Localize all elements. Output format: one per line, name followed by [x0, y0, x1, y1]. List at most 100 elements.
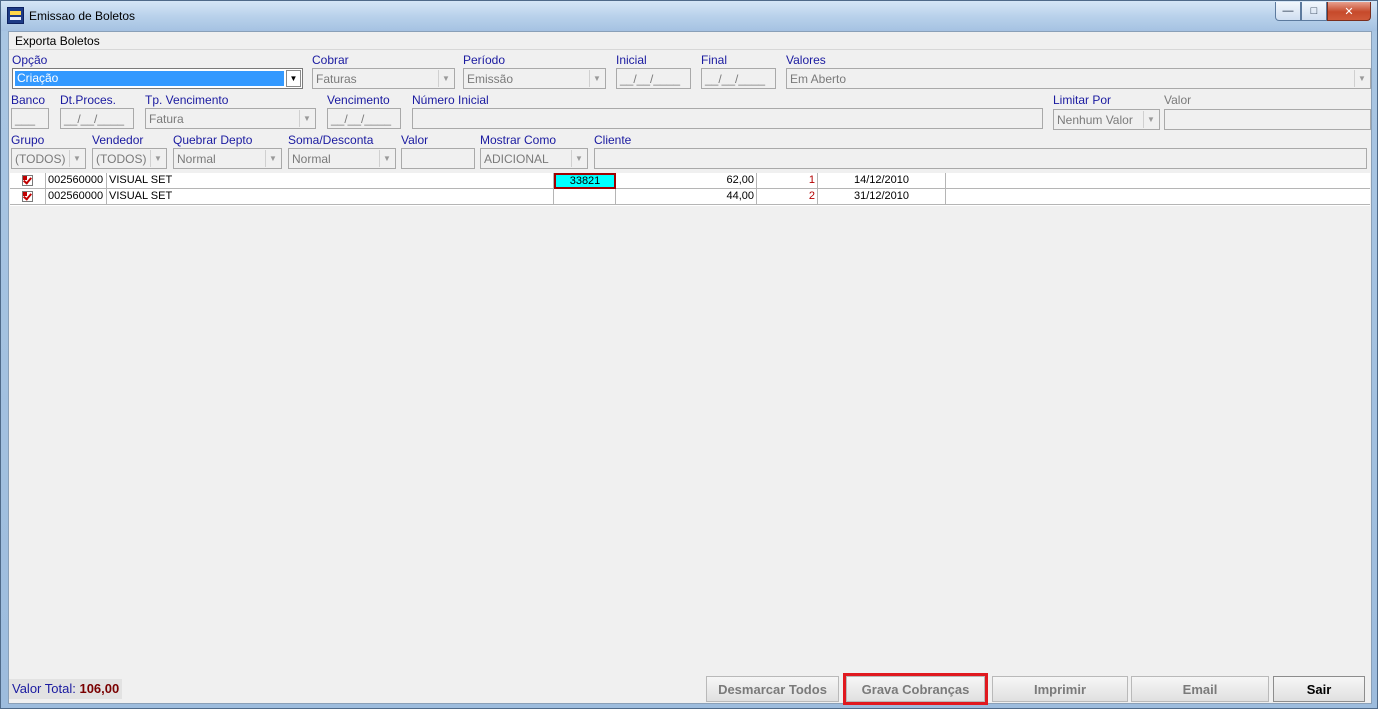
- form-client-area: Exporta Boletos Opção Criação ▼ Cobrar F…: [8, 31, 1372, 705]
- window-controls: — □ ✕: [1275, 2, 1371, 21]
- valor-limit-field[interactable]: [1164, 109, 1371, 130]
- opcao-value: Criação: [15, 71, 284, 86]
- name-cell: VISUAL SET: [107, 189, 554, 205]
- close-icon[interactable]: ✕: [1327, 2, 1371, 21]
- email-button[interactable]: Email: [1131, 676, 1269, 702]
- vendedor-value: (TODOS): [96, 152, 147, 166]
- quebrar-depto-value: Normal: [177, 152, 216, 166]
- chevron-down-icon[interactable]: ▼: [1354, 70, 1369, 87]
- valor-label: Valor: [401, 133, 429, 147]
- chevron-down-icon[interactable]: ▼: [150, 150, 165, 167]
- app-window: Emissao de Boletos — □ ✕ Exporta Boletos…: [0, 0, 1378, 709]
- desmarcar-todos-button[interactable]: Desmarcar Todos: [706, 676, 839, 702]
- chevron-down-icon[interactable]: ▼: [379, 150, 394, 167]
- opcao-select[interactable]: Criação ▼: [12, 68, 303, 89]
- seq-cell: 1: [757, 173, 818, 189]
- mostrar-como-label: Mostrar Como: [480, 133, 557, 147]
- imprimir-button[interactable]: Imprimir: [992, 676, 1128, 702]
- opcao-label: Opção: [12, 53, 48, 67]
- code-cell: 002560000: [46, 173, 107, 189]
- valor-field[interactable]: [401, 148, 475, 169]
- total-value: 106,00: [79, 681, 120, 696]
- chevron-down-icon[interactable]: ▼: [438, 70, 453, 87]
- grupo-label: Grupo: [11, 133, 45, 147]
- check-icon[interactable]: [22, 191, 33, 202]
- title-bar: Emissao de Boletos — □ ✕: [1, 1, 1377, 31]
- quebrar-depto-select[interactable]: Normal ▼: [173, 148, 282, 169]
- row-check-cell[interactable]: [10, 189, 46, 205]
- doc-cell[interactable]: 33821: [554, 173, 616, 189]
- vendedor-select[interactable]: (TODOS) ▼: [92, 148, 167, 169]
- chevron-down-icon[interactable]: ▼: [69, 150, 84, 167]
- quebrar-depto-label: Quebrar Depto: [173, 133, 253, 147]
- cliente-label: Cliente: [594, 133, 632, 147]
- valor-limit-label: Valor: [1164, 93, 1192, 107]
- cliente-field[interactable]: [594, 148, 1367, 169]
- row-check-cell[interactable]: [10, 173, 46, 189]
- chevron-down-icon[interactable]: ▼: [286, 70, 301, 87]
- menu-exporta-boletos[interactable]: Exporta Boletos: [15, 34, 100, 48]
- check-icon[interactable]: [22, 175, 33, 186]
- banco-field[interactable]: ___: [11, 108, 49, 129]
- numero-inicial-label: Número Inicial: [412, 93, 489, 107]
- final-date-field[interactable]: __/__/____: [701, 68, 776, 89]
- date-cell: 31/12/2010: [818, 189, 946, 205]
- dt-proces-field[interactable]: __/__/____: [60, 108, 134, 129]
- seq-cell: 2: [757, 189, 818, 205]
- periodo-value: Emissão: [467, 72, 514, 86]
- grupo-value: (TODOS): [15, 152, 66, 166]
- cobrar-value: Faturas: [316, 72, 357, 86]
- boletos-grid: 002560000 VISUAL SET 33821 62,00 1 14/12…: [10, 173, 1370, 206]
- mostrar-como-value: ADICIONAL: [484, 152, 549, 166]
- inicial-label: Inicial: [616, 53, 647, 67]
- banco-label: Banco: [11, 93, 46, 107]
- grava-cobrancas-button[interactable]: Grava Cobranças: [843, 673, 988, 705]
- window-title: Emissao de Boletos: [29, 9, 136, 23]
- total-label: Valor Total:: [12, 681, 76, 696]
- total-display: Valor Total: 106,00: [9, 679, 123, 699]
- chevron-down-icon[interactable]: ▼: [265, 150, 280, 167]
- dt-proces-label: Dt.Proces.: [60, 93, 117, 107]
- periodo-label: Período: [463, 53, 506, 67]
- chevron-down-icon[interactable]: ▼: [589, 70, 604, 87]
- grupo-select[interactable]: (TODOS) ▼: [11, 148, 86, 169]
- app-icon: [7, 7, 24, 24]
- periodo-select[interactable]: Emissão ▼: [463, 68, 606, 89]
- vencimento-field[interactable]: __/__/____: [327, 108, 401, 129]
- sair-button[interactable]: Sair: [1273, 676, 1365, 702]
- tp-vencimento-label: Tp. Vencimento: [145, 93, 229, 107]
- valores-value: Em Aberto: [790, 72, 847, 86]
- final-label: Final: [701, 53, 728, 67]
- valores-label: Valores: [786, 53, 826, 67]
- chevron-down-icon[interactable]: ▼: [1143, 111, 1158, 128]
- amount-cell: 44,00: [616, 189, 757, 205]
- chevron-down-icon[interactable]: ▼: [571, 150, 586, 167]
- soma-desconta-value: Normal: [292, 152, 331, 166]
- inicial-date-field[interactable]: __/__/____: [616, 68, 691, 89]
- name-cell: VISUAL SET: [107, 173, 554, 189]
- limitar-por-label: Limitar Por: [1053, 93, 1112, 107]
- table-row[interactable]: 002560000 VISUAL SET 44,00 2 31/12/2010: [10, 189, 1370, 205]
- valores-select[interactable]: Em Aberto ▼: [786, 68, 1371, 89]
- tp-vencimento-select[interactable]: Fatura ▼: [145, 108, 316, 129]
- limitar-por-select[interactable]: Nenhum Valor ▼: [1053, 109, 1160, 130]
- doc-cell[interactable]: [554, 189, 616, 205]
- mostrar-como-select[interactable]: ADICIONAL ▼: [480, 148, 588, 169]
- maximize-icon[interactable]: □: [1301, 2, 1327, 21]
- numero-inicial-field[interactable]: [412, 108, 1043, 129]
- limitar-por-value: Nenhum Valor: [1057, 113, 1133, 127]
- code-cell: 002560000: [46, 189, 107, 205]
- cobrar-select[interactable]: Faturas ▼: [312, 68, 455, 89]
- menu-bar: Exporta Boletos: [9, 32, 1371, 50]
- soma-desconta-select[interactable]: Normal ▼: [288, 148, 396, 169]
- amount-cell: 62,00: [616, 173, 757, 189]
- cobrar-label: Cobrar: [312, 53, 349, 67]
- vencimento-label: Vencimento: [327, 93, 390, 107]
- vendedor-label: Vendedor: [92, 133, 144, 147]
- chevron-down-icon[interactable]: ▼: [299, 110, 314, 127]
- date-cell: 14/12/2010: [818, 173, 946, 189]
- table-row[interactable]: 002560000 VISUAL SET 33821 62,00 1 14/12…: [10, 173, 1370, 189]
- soma-desconta-label: Soma/Desconta: [288, 133, 374, 147]
- minimize-icon[interactable]: —: [1275, 2, 1301, 21]
- tp-vencimento-value: Fatura: [149, 112, 184, 126]
